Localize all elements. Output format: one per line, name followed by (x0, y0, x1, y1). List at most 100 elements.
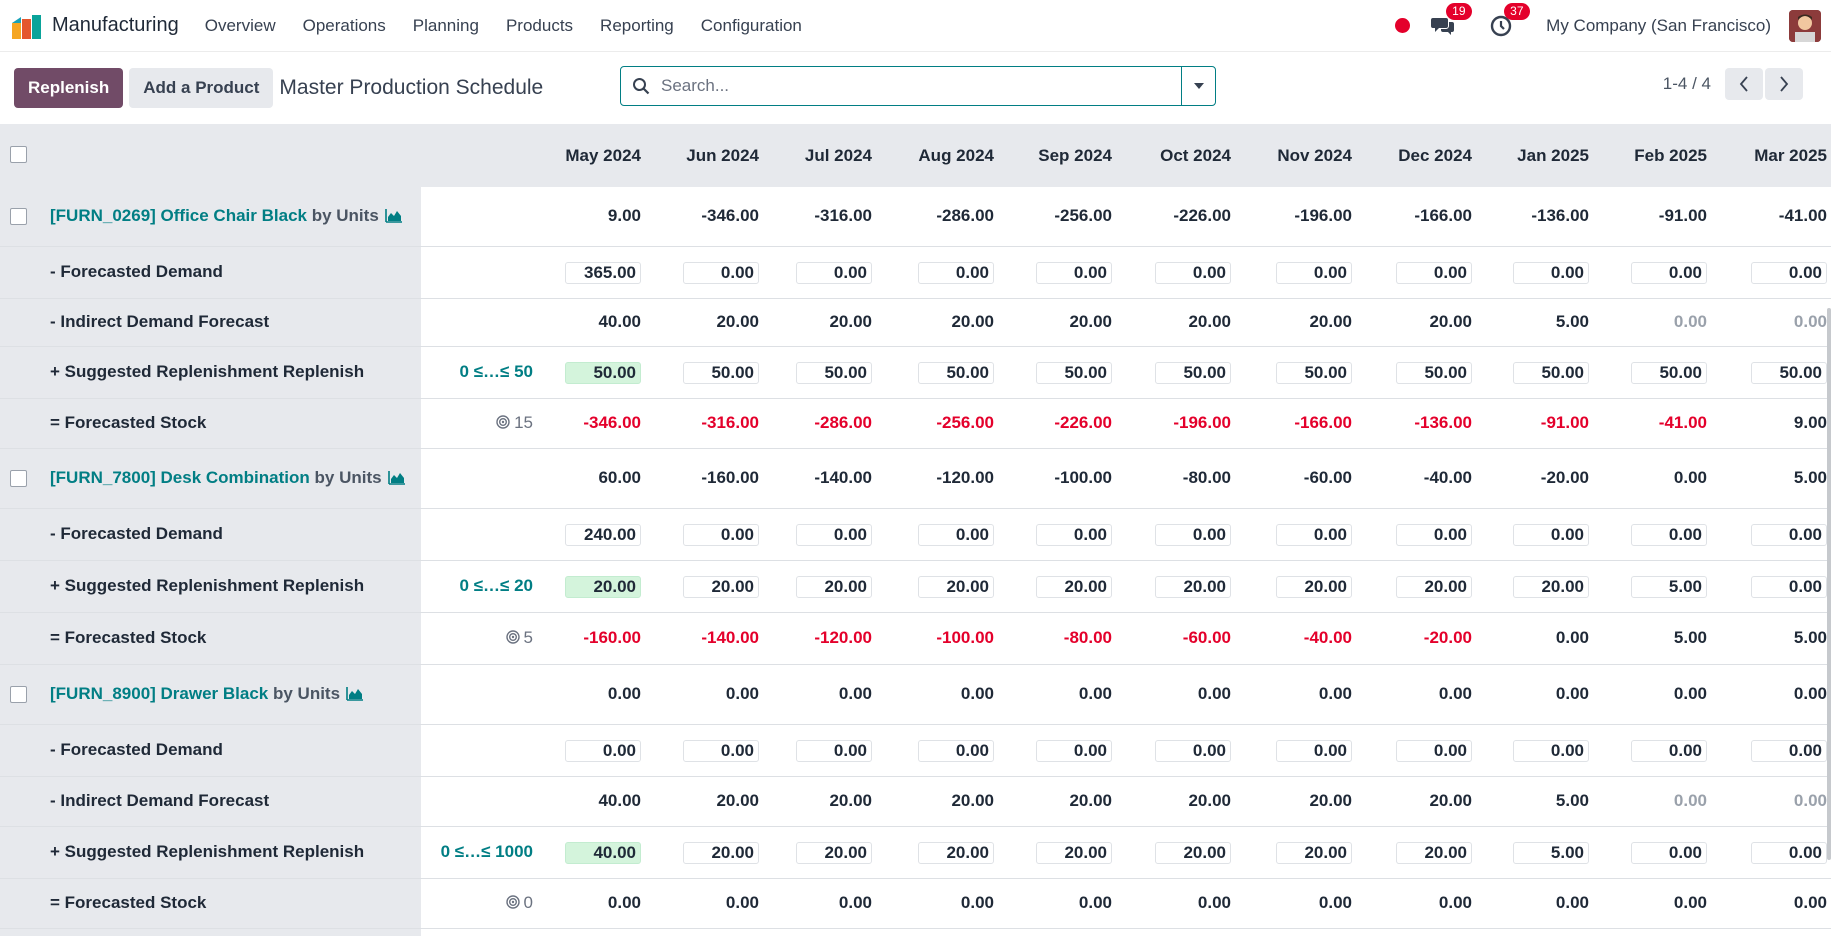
add-product-button[interactable]: Add a Product (129, 68, 274, 108)
app-name[interactable]: Manufacturing (52, 14, 179, 37)
replenishment-input[interactable]: 20.00 (1276, 842, 1352, 864)
replenish-link[interactable]: Replenish (283, 576, 364, 595)
safety-stock[interactable]: 15 (413, 413, 533, 433)
replenish-link[interactable]: Replenish (283, 842, 364, 861)
forecast-demand-input[interactable]: 0.00 (796, 524, 872, 546)
forecast-demand-input[interactable]: 240.00 (565, 524, 641, 546)
forecast-demand-input[interactable]: 0.00 (1276, 524, 1352, 546)
product-select-checkbox[interactable] (10, 686, 27, 703)
replenish-range-link[interactable]: 0 ≤…≤ 20 (413, 576, 533, 596)
replenishment-input[interactable]: 0.00 (1631, 842, 1707, 864)
replenishment-input[interactable]: 50.00 (1036, 362, 1112, 384)
replenishment-input[interactable]: 20.00 (1396, 576, 1472, 598)
replenish-range-link[interactable]: 0 ≤…≤ 1000 (413, 842, 533, 862)
replenishment-input[interactable]: 20.00 (796, 842, 872, 864)
forecast-demand-input[interactable]: 0.00 (1631, 524, 1707, 546)
replenishment-input[interactable]: 50.00 (565, 362, 641, 384)
replenish-button[interactable]: Replenish (14, 68, 124, 108)
replenishment-input[interactable]: 20.00 (1036, 576, 1112, 598)
search-input[interactable] (661, 76, 1181, 96)
replenishment-input[interactable]: 5.00 (1631, 576, 1707, 598)
replenishment-input[interactable]: 20.00 (683, 576, 759, 598)
activities-button[interactable]: 37 (1488, 2, 1530, 39)
replenishment-input[interactable]: 20.00 (1276, 576, 1352, 598)
forecast-demand-input[interactable]: 0.00 (1751, 524, 1827, 546)
messages-button[interactable]: 19 (1430, 2, 1472, 39)
product-name-link[interactable]: [FURN_7800] Desk Combination (50, 468, 310, 487)
replenishment-input[interactable]: 50.00 (796, 362, 872, 384)
forecast-demand-input[interactable]: 0.00 (796, 262, 872, 284)
product-name-link[interactable]: [FURN_0269] Office Chair Black (50, 206, 307, 225)
area-chart-icon[interactable] (346, 686, 364, 706)
replenishment-input[interactable]: 20.00 (683, 842, 759, 864)
replenishment-input[interactable]: 20.00 (1155, 576, 1231, 598)
replenishment-input[interactable]: 20.00 (796, 576, 872, 598)
replenishment-input[interactable]: 50.00 (1751, 362, 1827, 384)
menu-configuration[interactable]: Configuration (701, 16, 802, 36)
forecast-demand-input[interactable]: 0.00 (1513, 740, 1589, 762)
replenishment-input[interactable]: 20.00 (1396, 842, 1472, 864)
replenish-range-link[interactable]: 0 ≤…≤ 50 (413, 362, 533, 382)
replenishment-input[interactable]: 0.00 (1751, 842, 1827, 864)
replenishment-input[interactable]: 20.00 (565, 576, 641, 598)
pager-next-button[interactable] (1765, 68, 1803, 100)
forecast-demand-input[interactable]: 0.00 (918, 262, 994, 284)
menu-products[interactable]: Products (506, 16, 573, 36)
forecast-demand-input[interactable]: 0.00 (1036, 740, 1112, 762)
forecast-demand-input[interactable]: 0.00 (1155, 262, 1231, 284)
forecast-demand-input[interactable]: 0.00 (1276, 740, 1352, 762)
vertical-scrollbar[interactable] (1827, 308, 1831, 860)
forecast-demand-input[interactable]: 0.00 (1631, 262, 1707, 284)
replenishment-input[interactable]: 50.00 (918, 362, 994, 384)
replenishment-input[interactable]: 50.00 (1513, 362, 1589, 384)
replenishment-input[interactable]: 20.00 (918, 842, 994, 864)
safety-stock[interactable]: 0 (413, 893, 533, 913)
replenishment-input[interactable]: 20.00 (1513, 576, 1589, 598)
menu-overview[interactable]: Overview (205, 16, 276, 36)
forecast-demand-input[interactable]: 0.00 (1155, 740, 1231, 762)
replenishment-input[interactable]: 20.00 (918, 576, 994, 598)
forecast-demand-input[interactable]: 0.00 (1751, 740, 1827, 762)
replenishment-input[interactable]: 5.00 (1513, 842, 1589, 864)
forecast-demand-input[interactable]: 0.00 (1036, 524, 1112, 546)
forecast-demand-input[interactable]: 0.00 (565, 740, 641, 762)
forecast-demand-input[interactable]: 0.00 (918, 524, 994, 546)
forecast-demand-input[interactable]: 0.00 (1396, 740, 1472, 762)
menu-reporting[interactable]: Reporting (600, 16, 674, 36)
area-chart-icon[interactable] (384, 208, 403, 228)
replenishment-input[interactable]: 50.00 (1631, 362, 1707, 384)
forecast-demand-input[interactable]: 0.00 (796, 740, 872, 762)
manufacturing-app-icon[interactable] (10, 13, 44, 39)
forecast-demand-input[interactable]: 0.00 (1396, 262, 1472, 284)
status-indicator-icon[interactable] (1395, 18, 1411, 33)
product-select-checkbox[interactable] (10, 470, 27, 487)
forecast-demand-input[interactable]: 0.00 (1513, 262, 1589, 284)
replenishment-input[interactable]: 50.00 (1155, 362, 1231, 384)
product-select-checkbox[interactable] (10, 208, 27, 225)
replenishment-input[interactable]: 0.00 (1751, 576, 1827, 598)
menu-operations[interactable]: Operations (303, 16, 386, 36)
forecast-demand-input[interactable]: 0.00 (1751, 262, 1827, 284)
forecast-demand-input[interactable]: 0.00 (1036, 262, 1112, 284)
pager-value[interactable]: 1-4 / 4 (1663, 74, 1711, 94)
forecast-demand-input[interactable]: 0.00 (683, 524, 759, 546)
user-avatar[interactable] (1789, 9, 1821, 42)
replenishment-input[interactable]: 20.00 (1036, 842, 1112, 864)
area-chart-icon[interactable] (387, 470, 406, 490)
search-options-toggle[interactable] (1181, 67, 1215, 105)
product-name-link[interactable]: [FURN_8900] Drawer Black (50, 684, 268, 703)
forecast-demand-input[interactable]: 0.00 (1631, 740, 1707, 762)
forecast-demand-input[interactable]: 0.00 (1396, 524, 1472, 546)
forecast-demand-input[interactable]: 0.00 (683, 262, 759, 284)
forecast-demand-input[interactable]: 0.00 (918, 740, 994, 762)
forecast-demand-input[interactable]: 0.00 (683, 740, 759, 762)
replenishment-input[interactable]: 50.00 (1396, 362, 1472, 384)
replenishment-input[interactable]: 40.00 (565, 842, 641, 864)
replenish-link[interactable]: Replenish (283, 362, 364, 381)
safety-stock[interactable]: 5 (413, 628, 533, 648)
forecast-demand-input[interactable]: 0.00 (1513, 524, 1589, 546)
replenishment-input[interactable]: 50.00 (683, 362, 759, 384)
forecast-demand-input[interactable]: 0.00 (1155, 524, 1231, 546)
forecast-demand-input[interactable]: 365.00 (565, 262, 641, 284)
replenishment-input[interactable]: 50.00 (1276, 362, 1352, 384)
